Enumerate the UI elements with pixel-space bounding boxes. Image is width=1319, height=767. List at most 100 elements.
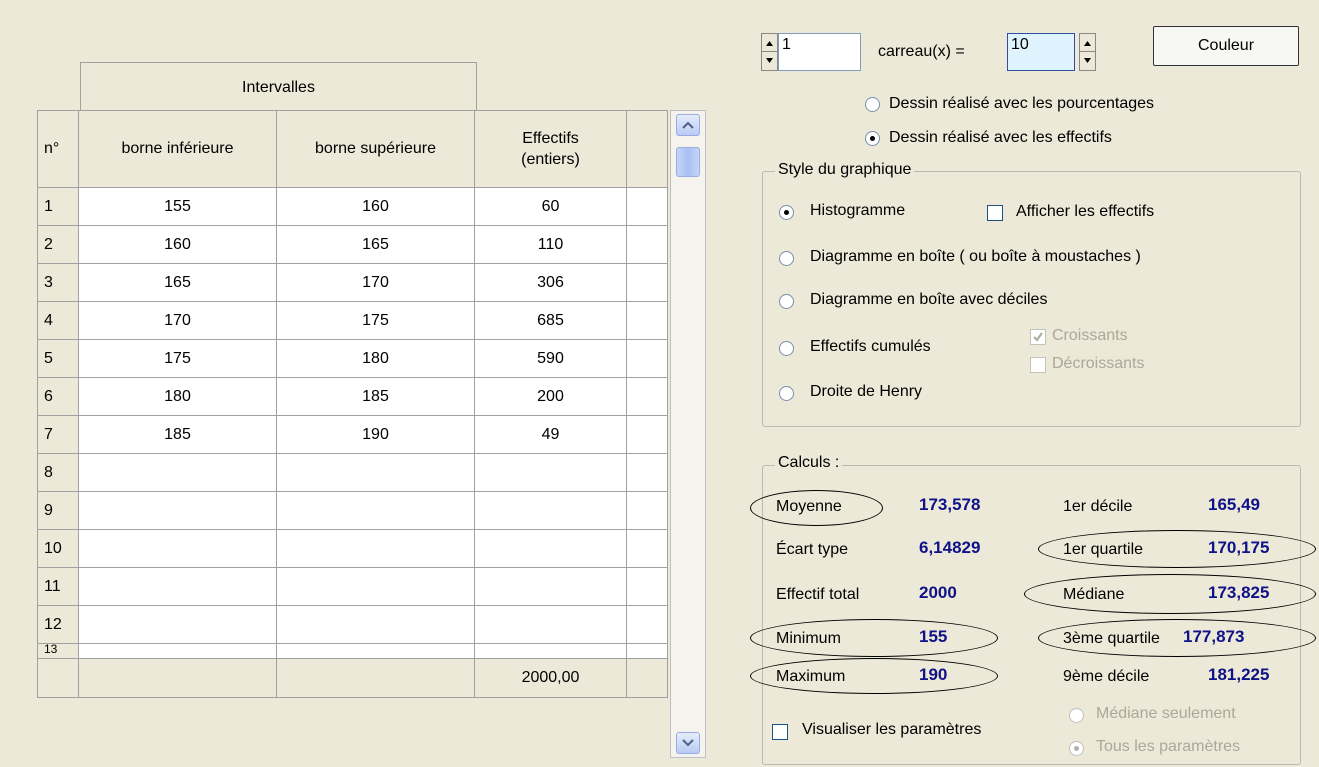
checkbox-visualize-params-label: Visualiser les paramètres xyxy=(802,721,982,738)
table-row: 8 xyxy=(37,453,668,492)
cell-count[interactable] xyxy=(474,605,627,644)
checkbox-visualize-params[interactable] xyxy=(772,724,788,740)
cell-upper[interactable]: 170 xyxy=(276,263,475,302)
col-count-header-line1: Effectifs xyxy=(522,130,579,147)
table-row: 6 180 185 200 xyxy=(37,377,668,416)
cell-lower[interactable]: 185 xyxy=(78,415,277,454)
scroll-thumb[interactable] xyxy=(676,147,700,177)
cell-count[interactable]: 590 xyxy=(474,339,627,378)
table-scrollbar[interactable] xyxy=(670,110,706,758)
frequency-table: n° borne inférieure borne supérieure Eff… xyxy=(37,110,668,698)
cell-lower[interactable] xyxy=(78,453,277,492)
cell-count[interactable] xyxy=(474,453,627,492)
cell-upper[interactable] xyxy=(276,453,475,492)
intervals-header-label: Intervalles xyxy=(242,79,315,96)
spin-down-arrow-icon[interactable] xyxy=(762,52,777,70)
cell-count[interactable] xyxy=(474,567,627,606)
cell-spacer xyxy=(626,567,668,606)
scale-units-input[interactable]: 10 xyxy=(1007,33,1075,71)
radio-histogram[interactable] xyxy=(779,205,794,220)
scroll-up-button[interactable] xyxy=(676,114,700,136)
std-dev-value: 6,14829 xyxy=(919,538,981,557)
cell-count[interactable] xyxy=(474,491,627,530)
cell-count[interactable] xyxy=(474,643,627,659)
cell-count[interactable]: 49 xyxy=(474,415,627,454)
scale-right-spinner[interactable] xyxy=(1079,33,1096,71)
cell-upper[interactable] xyxy=(276,529,475,568)
cell-upper[interactable]: 175 xyxy=(276,301,475,340)
spin-up-arrow-icon[interactable] xyxy=(1080,34,1095,52)
radio-boxplot-deciles-label: Diagramme en boîte avec déciles xyxy=(810,291,1048,308)
row-index: 6 xyxy=(37,377,79,416)
radio-cumulative[interactable] xyxy=(779,341,794,356)
minimum-value: 155 xyxy=(919,627,948,646)
first-quartile-value: 170,175 xyxy=(1208,538,1270,557)
minimum-label: Minimum xyxy=(776,630,841,647)
radio-all-params-label: Tous les paramètres xyxy=(1096,738,1241,755)
radio-henry-line[interactable] xyxy=(779,386,794,401)
cell-lower[interactable] xyxy=(78,491,277,530)
radio-cumulative-label: Effectifs cumulés xyxy=(810,338,931,355)
radio-henry-line-label: Droite de Henry xyxy=(810,383,923,400)
cell-lower[interactable]: 155 xyxy=(78,187,277,226)
cell-lower[interactable] xyxy=(78,605,277,644)
radio-boxplot[interactable] xyxy=(779,251,794,266)
scroll-down-button[interactable] xyxy=(676,732,700,754)
spin-up-arrow-icon[interactable] xyxy=(762,34,777,52)
radio-boxplot-deciles[interactable] xyxy=(779,294,794,309)
row-index: 8 xyxy=(37,453,79,492)
cell-count[interactable]: 306 xyxy=(474,263,627,302)
cell-lower[interactable]: 170 xyxy=(78,301,277,340)
cell-upper[interactable]: 165 xyxy=(276,225,475,264)
radio-counts-label: Dessin réalisé avec les effectifs xyxy=(889,129,1112,146)
footer-lower xyxy=(78,658,277,698)
cell-lower[interactable]: 180 xyxy=(78,377,277,416)
cell-lower[interactable]: 175 xyxy=(78,339,277,378)
row-index: 12 xyxy=(37,605,79,644)
checkbox-increasing[interactable] xyxy=(1030,329,1046,345)
radio-counts[interactable] xyxy=(865,131,880,146)
ninth-decile-label: 9ème décile xyxy=(1063,668,1150,685)
cell-upper[interactable]: 185 xyxy=(276,377,475,416)
cell-spacer xyxy=(626,301,668,340)
cell-count[interactable]: 110 xyxy=(474,225,627,264)
cell-count[interactable]: 200 xyxy=(474,377,627,416)
checkbox-show-counts[interactable] xyxy=(987,205,1003,221)
radio-all-params[interactable] xyxy=(1069,741,1084,756)
cell-count[interactable]: 685 xyxy=(474,301,627,340)
std-dev-label: Écart type xyxy=(776,541,849,558)
cell-lower[interactable] xyxy=(78,567,277,606)
row-index: 13 xyxy=(37,643,79,659)
mean-value: 173,578 xyxy=(919,495,981,514)
color-button[interactable]: Couleur xyxy=(1153,26,1299,66)
ninth-decile-value: 181,225 xyxy=(1208,665,1270,684)
checkbox-decreasing[interactable] xyxy=(1030,357,1046,373)
table-row: 7 185 190 49 xyxy=(37,415,668,454)
cell-lower[interactable] xyxy=(78,643,277,659)
cell-upper[interactable]: 190 xyxy=(276,415,475,454)
table-row: 10 xyxy=(37,529,668,568)
spin-down-arrow-icon[interactable] xyxy=(1080,52,1095,70)
cell-upper[interactable] xyxy=(276,567,475,606)
row-index: 4 xyxy=(37,301,79,340)
cell-upper[interactable] xyxy=(276,643,475,659)
cell-lower[interactable] xyxy=(78,529,277,568)
cell-lower[interactable]: 165 xyxy=(78,263,277,302)
radio-percentages[interactable] xyxy=(865,97,880,112)
scale-left-spinner[interactable] xyxy=(761,33,778,71)
first-decile-label: 1er décile xyxy=(1063,498,1133,515)
radio-median-only[interactable] xyxy=(1069,708,1084,723)
cell-spacer xyxy=(626,263,668,302)
scale-squares-input[interactable]: 1 xyxy=(778,33,861,71)
cell-upper[interactable]: 160 xyxy=(276,187,475,226)
footer-index xyxy=(37,658,79,698)
row-index: 5 xyxy=(37,339,79,378)
cell-upper[interactable] xyxy=(276,605,475,644)
cell-upper[interactable]: 180 xyxy=(276,339,475,378)
cell-upper[interactable] xyxy=(276,491,475,530)
cell-spacer xyxy=(626,453,668,492)
cell-count[interactable] xyxy=(474,529,627,568)
cell-lower[interactable]: 160 xyxy=(78,225,277,264)
cell-count[interactable]: 60 xyxy=(474,187,627,226)
col-count-header: Effectifs (entiers) xyxy=(474,110,627,188)
